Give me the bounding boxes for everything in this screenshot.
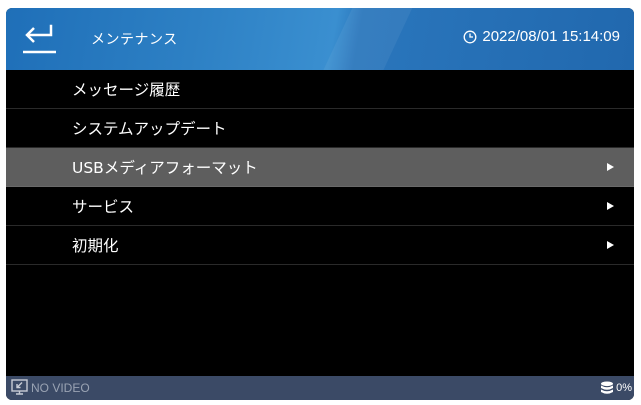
storage-usage-text: 0%	[616, 382, 632, 394]
menu-item-label: 初期化	[72, 237, 119, 255]
menu-item-system-update[interactable]: システムアップデート	[6, 109, 634, 148]
chevron-right-icon	[607, 163, 614, 171]
menu-item-label: メッセージ履歴	[72, 81, 181, 99]
menu-item-label: サービス	[72, 198, 135, 216]
database-icon	[601, 381, 614, 394]
menu-item-service[interactable]: サービス	[6, 187, 634, 226]
menu-item-label: USBメディアフォーマット	[72, 159, 258, 177]
back-button[interactable]	[18, 22, 60, 56]
menu-item-label: システムアップデート	[72, 120, 227, 138]
chevron-right-icon	[607, 202, 614, 210]
video-status-text: NO VIDEO	[31, 380, 90, 395]
back-arrow-icon	[23, 24, 56, 54]
menu-item-initialize[interactable]: 初期化	[6, 226, 634, 265]
maintenance-menu: メッセージ履歴 システムアップデート USBメディアフォーマット サービス 初期…	[6, 70, 634, 265]
status-bar: NO VIDEO 0%	[6, 376, 634, 400]
clock-icon	[463, 30, 477, 43]
page-title: メンテナンス	[91, 32, 178, 48]
chevron-right-icon	[607, 241, 614, 249]
header-bar: メンテナンス 2022/08/01 15:14:09	[6, 8, 634, 70]
menu-item-usb-format[interactable]: USBメディアフォーマット	[6, 148, 634, 187]
menu-item-message-history[interactable]: メッセージ履歴	[6, 70, 634, 109]
no-video-icon	[11, 379, 28, 395]
datetime-display: 2022/08/01 15:14:09	[463, 28, 620, 45]
datetime-text: 2022/08/01 15:14:09	[482, 28, 620, 45]
storage-status: 0%	[600, 381, 632, 395]
app-window: メンテナンス 2022/08/01 15:14:09 メッセージ履歴 システムア…	[6, 8, 634, 400]
video-status: NO VIDEO	[11, 379, 90, 396]
